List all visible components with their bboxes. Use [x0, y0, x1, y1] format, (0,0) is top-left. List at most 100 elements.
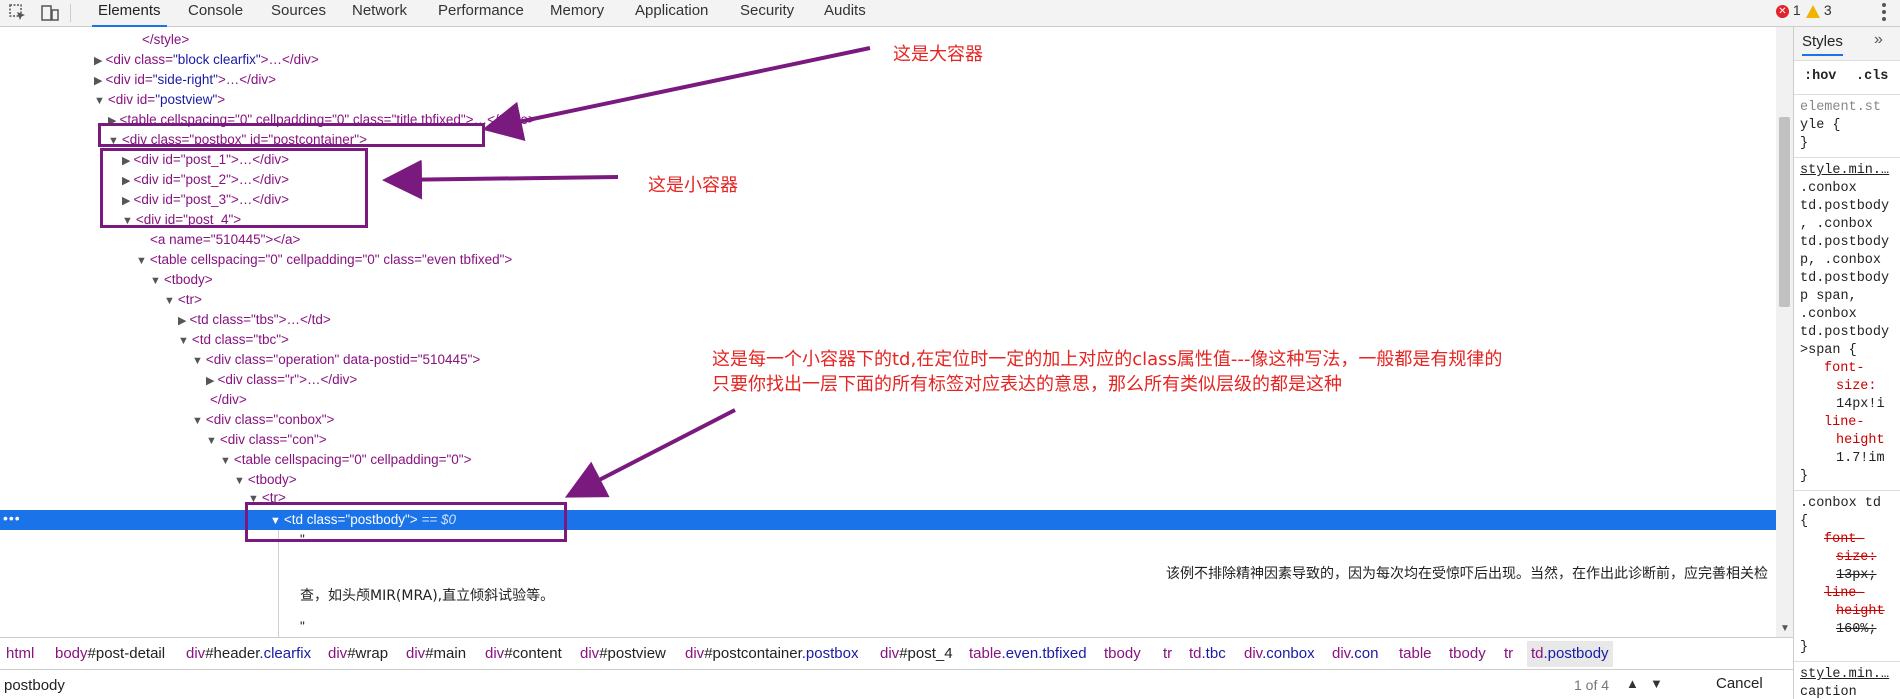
expanded-arrow-icon[interactable]: ▼ [192, 355, 203, 367]
search-input[interactable] [4, 674, 1504, 696]
collapsed-arrow-icon[interactable]: ▶ [94, 55, 102, 67]
tab-memory[interactable]: Memory [544, 0, 610, 27]
property-name[interactable]: line- [1824, 586, 1865, 601]
breadcrumb-item[interactable]: tr [1504, 645, 1513, 662]
breadcrumb-item[interactable]: div#content [485, 645, 562, 662]
breadcrumb-item[interactable]: div#main [406, 645, 466, 662]
breadcrumb-tag: div [328, 645, 348, 662]
expanded-arrow-icon[interactable]: ▼ [248, 493, 259, 502]
hov-toggle[interactable]: :hov [1804, 69, 1836, 84]
property-name[interactable]: height [1800, 433, 1885, 448]
collapsed-arrow-icon[interactable]: ▶ [178, 315, 186, 327]
property-name[interactable]: height [1836, 604, 1885, 619]
chevron-up-icon[interactable]: ▲ [1626, 676, 1639, 691]
tab-application[interactable]: Application [629, 0, 714, 27]
tab-performance[interactable]: Performance [432, 0, 530, 27]
stylesheet-link[interactable]: style.min.… [1800, 163, 1889, 178]
tree-line[interactable]: ▶ <td class="tbs">…</td> [178, 310, 331, 330]
tree-line[interactable]: ▼ <div class="conbox"> [192, 410, 334, 430]
breadcrumb-item[interactable]: div.conbox [1244, 645, 1315, 662]
tree-line[interactable]: <a name="510445"></a> [150, 230, 300, 250]
chevron-down-icon[interactable]: ▼ [1650, 676, 1663, 691]
property-name[interactable]: size: [1800, 379, 1877, 394]
breadcrumb-item[interactable]: tbody [1449, 645, 1486, 662]
scroll-down-icon[interactable]: ▼ [1780, 623, 1790, 634]
collapsed-arrow-icon[interactable]: ▶ [206, 375, 214, 387]
tree-scrollbar[interactable]: ▼ [1776, 27, 1793, 637]
cancel-button[interactable]: Cancel [1716, 675, 1763, 692]
property-value[interactable]: 160%; [1836, 622, 1877, 637]
breadcrumb-item[interactable]: div#wrap [328, 645, 388, 662]
tab-styles[interactable]: Styles [1802, 33, 1843, 56]
tree-line[interactable]: ▼ <tbody> [150, 270, 213, 290]
collapsed-arrow-icon[interactable]: ▶ [94, 75, 102, 87]
property-value[interactable]: 13px; [1836, 568, 1877, 583]
property-value[interactable]: 14px!i [1800, 397, 1885, 412]
error-counter[interactable]: ✕ 1 [1776, 2, 1801, 18]
breadcrumb-item[interactable]: html [6, 645, 34, 662]
style-rule-postbody[interactable]: style.min.… .conbox td.postbody , .conbo… [1794, 158, 1900, 491]
expanded-arrow-icon[interactable]: ▼ [234, 475, 245, 487]
breadcrumb-item[interactable]: div#postcontainer.postbox [685, 645, 858, 662]
property-name[interactable]: size: [1836, 550, 1877, 565]
breadcrumb-item[interactable]: div#header.clearfix [186, 645, 311, 662]
tab-network[interactable]: Network [346, 0, 413, 27]
more-tabs-icon[interactable]: » [1874, 31, 1883, 49]
expanded-arrow-icon[interactable]: ▼ [206, 435, 217, 447]
style-rule-conbox-td[interactable]: .conbox td { font- size: 13px; line- hei… [1794, 491, 1900, 662]
breadcrumb-item[interactable]: td.postbody [1527, 641, 1613, 667]
inspect-element-icon[interactable] [8, 3, 28, 23]
device-toolbar-icon[interactable] [40, 3, 60, 23]
tree-line[interactable]: </div> [210, 390, 247, 410]
expanded-arrow-icon[interactable]: ▼ [164, 295, 175, 307]
tree-line[interactable]: ▼ <table cellspacing="0" cellpadding="0"> [220, 450, 471, 470]
text-node-content: 查，如头颅MIR(MRA),直立倾斜试验等。 [300, 588, 555, 604]
breadcrumb-item[interactable]: div.con [1332, 645, 1378, 662]
breadcrumb-tag: div [186, 645, 206, 662]
tree-line[interactable]: ▶ <div class="r">…</div> [206, 370, 357, 390]
tree-line[interactable]: ▶ <div class="block clearfix">…</div> [94, 50, 319, 70]
row-actions-icon[interactable]: ••• [3, 510, 21, 526]
style-rule-caption[interactable]: style.min.… caption [1794, 662, 1900, 699]
more-options-icon[interactable] [1882, 3, 1886, 24]
breadcrumb-item[interactable]: tbody [1104, 645, 1141, 662]
breadcrumb-item[interactable]: div#postview [580, 645, 666, 662]
tree-line[interactable]: ▼ <tbody> [234, 470, 297, 490]
scrollbar-thumb[interactable] [1779, 117, 1790, 307]
tree-line[interactable]: ▼ <td class="tbc"> [178, 330, 289, 350]
property-name[interactable]: font- [1824, 532, 1865, 547]
expanded-arrow-icon[interactable]: ▼ [94, 95, 105, 107]
tree-line[interactable]: ▶ <div id="side-right">…</div> [94, 70, 276, 90]
cls-toggle[interactable]: .cls [1856, 69, 1888, 84]
breadcrumb-item[interactable]: div#post_4 [880, 645, 953, 662]
expanded-arrow-icon[interactable]: ▼ [136, 255, 147, 267]
expanded-arrow-icon[interactable]: ▼ [192, 415, 203, 427]
breadcrumb-item[interactable]: tr [1163, 645, 1172, 662]
property-name[interactable]: line- [1800, 415, 1865, 430]
tree-line[interactable]: ▼ <div class="con"> [206, 430, 327, 450]
expanded-arrow-icon[interactable]: ▼ [178, 335, 189, 347]
breadcrumb-item[interactable]: table [1399, 645, 1432, 662]
tab-security[interactable]: Security [734, 0, 800, 27]
expanded-arrow-icon[interactable]: ▼ [150, 275, 161, 287]
breadcrumb-item[interactable]: table.even.tbfixed [969, 645, 1087, 662]
breadcrumb-item[interactable]: td.tbc [1189, 645, 1226, 662]
tree-line[interactable]: ▼ <tr> [248, 488, 286, 502]
tree-line[interactable]: ▼ <tr> [164, 290, 202, 310]
stylesheet-link[interactable]: style.min.… [1800, 667, 1889, 682]
property-name[interactable]: font- [1800, 361, 1865, 376]
style-rule-element[interactable]: element.st yle { } [1794, 95, 1900, 158]
tree-line[interactable]: ▼ <div class="operation" data-postid="510… [192, 350, 480, 370]
tab-console[interactable]: Console [182, 0, 249, 27]
tab-elements[interactable]: Elements [92, 0, 167, 27]
tab-audits[interactable]: Audits [818, 0, 872, 27]
expanded-arrow-icon[interactable]: ▼ [220, 455, 231, 467]
tree-line[interactable]: ▼ <div id="postview"> [94, 90, 225, 110]
tree-line[interactable]: </style> [142, 30, 189, 50]
property-value[interactable]: 1.7!im [1800, 451, 1885, 466]
warning-counter[interactable]: 3 [1806, 2, 1832, 18]
tree-line[interactable]: " [300, 617, 305, 637]
tree-line[interactable]: ▼ <table cellspacing="0" cellpadding="0" … [136, 250, 512, 270]
breadcrumb-item[interactable]: body#post-detail [55, 645, 165, 662]
tab-sources[interactable]: Sources [265, 0, 332, 27]
